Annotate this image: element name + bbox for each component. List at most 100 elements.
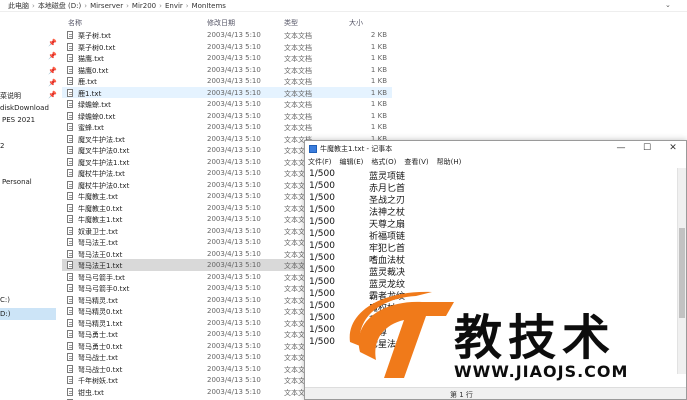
file-name: 弩马战士0.txt	[78, 365, 123, 374]
text-file-icon	[67, 238, 73, 246]
drop-rate: 1/500	[309, 301, 335, 311]
breadcrumb-item[interactable]: MonItems	[192, 2, 226, 10]
column-header-type[interactable]: 类型	[284, 18, 298, 28]
close-button[interactable]: ✕	[660, 141, 686, 156]
menu-bar: 文件(F) 编辑(E) 格式(O) 查看(V) 帮助(H)	[305, 156, 686, 168]
drop-rate: 1/500	[309, 169, 335, 179]
text-line: 1/500 法神之杖	[307, 204, 677, 218]
text-file-icon	[67, 65, 73, 74]
file-name: 奴隶卫士.txt	[78, 227, 118, 236]
file-date: 2003/4/13 5:10	[207, 364, 261, 373]
pin-icon[interactable]: 📌	[48, 68, 57, 75]
pin-icon[interactable]: 📌	[48, 80, 57, 87]
file-size: 1 KB	[370, 123, 387, 131]
file-row[interactable]: 猫鹰0.txt 2003/4/13 5:10 文本文档 1 KB	[62, 64, 392, 76]
watermark-logo-icon	[349, 291, 454, 378]
menu-view[interactable]: 查看(V)	[404, 156, 428, 168]
file-row[interactable]: 猫鹰.txt 2003/4/13 5:10 文本文档 1 KB	[62, 52, 392, 64]
file-row[interactable]: 鹿1.txt 2003/4/13 5:10 文本文档 1 KB	[62, 86, 392, 98]
file-date: 2003/4/13 5:10	[207, 88, 261, 97]
file-type: 文本文档	[284, 32, 312, 40]
drop-rate: 1/500	[309, 205, 335, 215]
column-header-size[interactable]: 大小	[349, 18, 363, 28]
file-type: 文本文档	[284, 101, 312, 109]
notepad-icon	[309, 145, 317, 153]
column-header-date[interactable]: 修改日期	[207, 18, 235, 28]
breadcrumb-item[interactable]: 本地磁盘 (D:)	[38, 1, 81, 11]
text-file-icon	[67, 295, 73, 304]
file-row[interactable]: 鹿.txt 2003/4/13 5:10 文本文档 1 KB	[62, 75, 392, 87]
text-file-icon	[67, 169, 73, 177]
file-row[interactable]: 绿蟾蜍0.txt 2003/4/13 5:10 文本文档 1 KB	[62, 110, 392, 122]
file-type: 文本文档	[284, 43, 312, 52]
watermark: 教技术 WWW.JIAOJS.COM	[342, 282, 687, 400]
menu-file[interactable]: 文件(F)	[308, 156, 332, 168]
breadcrumb[interactable]: 此电脑 › 本地磁盘 (D:) › Mirserver › Mir200 › E…	[0, 0, 687, 12]
pin-icon[interactable]: 📌	[48, 92, 57, 99]
menu-format[interactable]: 格式(O)	[371, 156, 396, 168]
file-type: 文本文档	[284, 55, 312, 63]
text-file-icon	[67, 261, 73, 269]
file-row[interactable]: 蜜蜂.txt 2003/4/13 5:10 文本文档 1 KB	[62, 121, 392, 133]
title-bar[interactable]: 牛魔教主1.txt - 记事本 — ☐ ✕	[305, 141, 686, 156]
file-date: 2003/4/13 5:10	[207, 353, 261, 361]
file-name: 弩马法王.txt	[78, 239, 118, 247]
file-name: 牛魔教主0.txt	[78, 204, 123, 213]
text-file-icon	[67, 272, 73, 281]
breadcrumb-item[interactable]: 此电脑	[8, 1, 29, 11]
drop-rate: 1/500	[309, 313, 335, 323]
chevron-right-icon: ›	[84, 1, 88, 10]
file-type: 文本文档	[284, 89, 312, 98]
file-row[interactable]: 栗子树.txt 2003/4/13 5:10 文本文档 2 KB	[62, 29, 392, 41]
nav-item-drive-d[interactable]: D:)	[0, 308, 56, 320]
text-file-icon	[67, 42, 73, 51]
nav-item[interactable]: 菜说明	[0, 91, 21, 101]
breadcrumb-item[interactable]: Mirserver	[90, 2, 123, 10]
text-file-icon	[67, 364, 73, 373]
file-type: 文本文档	[284, 66, 312, 75]
file-date: 2003/4/13 5:10	[207, 203, 261, 212]
file-date: 2003/4/13 5:10	[207, 54, 261, 62]
pin-icon[interactable]: 📌	[48, 40, 57, 47]
file-date: 2003/4/13 5:10	[207, 295, 261, 304]
chevron-right-icon: ›	[32, 1, 35, 10]
file-name: 弩马法王1.txt	[78, 262, 123, 270]
breadcrumb-item[interactable]: Mir200	[132, 2, 156, 10]
text-line: 1/500 祈福项链	[307, 228, 677, 242]
file-row[interactable]: 栗子树0.txt 2003/4/13 5:10 文本文档 1 KB	[62, 41, 392, 53]
file-name: 弩马精灵1.txt	[78, 319, 123, 328]
text-file-icon	[67, 111, 73, 120]
file-name: 鹿.txt	[78, 78, 97, 86]
maximize-button[interactable]: ☐	[634, 141, 660, 156]
text-file-icon	[67, 376, 73, 384]
file-date: 2003/4/13 5:10	[207, 192, 261, 200]
file-date: 2003/4/13 5:10	[207, 65, 261, 74]
file-name: 千年树妖.txt	[78, 377, 118, 385]
text-file-icon	[67, 54, 73, 62]
minimize-button[interactable]: —	[608, 141, 634, 156]
nav-item[interactable]: PES 2021	[2, 116, 35, 124]
file-date: 2003/4/13 5:10	[207, 330, 261, 338]
file-date: 2003/4/13 5:10	[207, 387, 261, 396]
menu-help[interactable]: 帮助(H)	[437, 156, 462, 168]
breadcrumb-item[interactable]: Envir	[165, 2, 183, 10]
nav-item[interactable]: 2	[0, 142, 4, 150]
file-size: 1 KB	[370, 42, 387, 51]
file-date: 2003/4/13 5:10	[207, 31, 261, 39]
nav-item-drive-c[interactable]: C:)	[0, 296, 10, 304]
pin-icon[interactable]: 📌	[48, 53, 57, 60]
text-file-icon	[67, 123, 73, 131]
text-file-icon	[67, 100, 73, 108]
nav-item[interactable]: diskDownload	[0, 104, 49, 112]
file-name: 魔叉牛护法.txt	[78, 135, 125, 144]
chevron-down-icon[interactable]: ⌄	[665, 1, 673, 10]
file-size: 1 KB	[370, 54, 387, 62]
menu-edit[interactable]: 编辑(E)	[340, 156, 364, 168]
file-date: 2003/4/13 5:10	[207, 100, 261, 108]
file-date: 2003/4/13 5:10	[207, 261, 261, 269]
column-header-name[interactable]: 名称	[68, 18, 82, 28]
drop-rate: 1/500	[309, 277, 335, 287]
nav-item[interactable]: Personal	[2, 178, 32, 186]
drop-rate: 1/500	[309, 265, 335, 275]
file-row[interactable]: 绿蟾蜍.txt 2003/4/13 5:10 文本文档 1 KB	[62, 98, 392, 110]
